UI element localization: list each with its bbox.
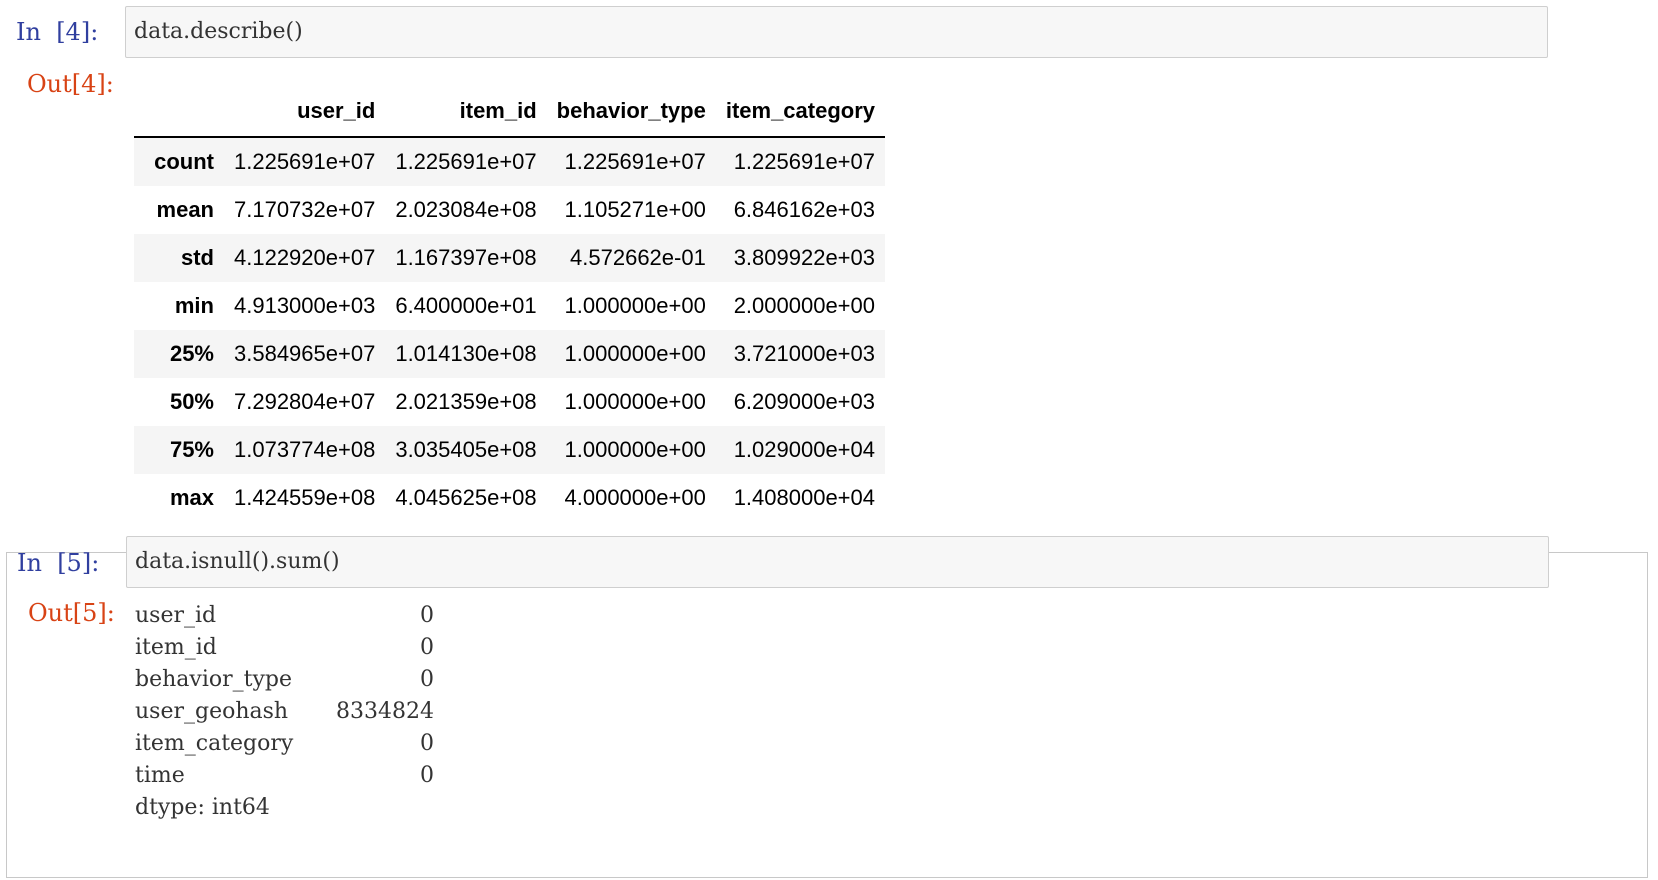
series-row: time 0: [135, 760, 434, 792]
table-row: 25% 3.584965e+07 1.014130e+08 1.000000e+00 3…: [134, 330, 886, 378]
table-row: 75% 1.073774e+08 3.035405e+08 1.000000e+00 1…: [134, 426, 886, 474]
table-cell: 4.000000e+00: [564, 485, 706, 510]
series-key: item_id: [135, 635, 217, 660]
index-header: [134, 86, 224, 138]
series-value: 0: [420, 763, 434, 788]
table-row: 50% 7.292804e+07 2.021359e+08 1.000000e+00 6…: [134, 378, 886, 426]
table-cell: 1.167397e+08: [395, 245, 537, 270]
table-cell: 6.400000e+01: [395, 293, 537, 318]
table-header-row: user_id item_id behavior_type item_categ…: [134, 86, 886, 138]
series-row: item_category 0: [135, 728, 434, 760]
column-header: item_id: [385, 86, 547, 138]
table-row: min 4.913000e+03 6.400000e+01 1.000000e+00 2…: [134, 282, 886, 330]
table-cell: 3.721000e+03: [733, 341, 876, 366]
table-cell: 1.408000e+04: [733, 485, 876, 510]
notebook-cell-5[interactable]: In [5]: data.isnull().sum() Out[5]: user…: [6, 536, 1648, 878]
code-text[interactable]: data.isnull().sum(): [135, 549, 340, 574]
table-cell: 1.014130e+08: [395, 341, 537, 366]
isnull-sum-series: user_id 0 item_id 0 behavior_type 0 user_geoha…: [135, 600, 434, 824]
series-value: 0: [420, 667, 434, 692]
table-cell: 2.021359e+08: [395, 389, 537, 414]
table-cell: 1.000000e+00: [564, 389, 706, 414]
output-prompt: Out[4]:: [27, 70, 114, 98]
code-input-area[interactable]: data.isnull().sum(): [126, 536, 1549, 588]
row-index-label: std: [181, 245, 214, 270]
table-cell: 1.225691e+07: [733, 149, 876, 174]
describe-dataframe: user_id item_id behavior_type item_categ…: [134, 86, 886, 522]
table-cell: 7.292804e+07: [234, 389, 376, 414]
series-value: 0: [420, 603, 434, 628]
table-cell: 1.225691e+07: [234, 149, 376, 174]
table-cell: 6.846162e+03: [733, 197, 876, 222]
input-prompt: In [4]:: [16, 18, 99, 46]
table-cell: 1.000000e+00: [564, 293, 706, 318]
table-row: mean 7.170732e+07 2.023084e+08 1.105271e+00…: [134, 186, 886, 234]
series-row: item_id 0: [135, 632, 434, 664]
series-row: user_id 0: [135, 600, 434, 632]
table-cell: 3.809922e+03: [733, 245, 876, 270]
dtype-line: dtype: int64: [135, 795, 270, 820]
table-cell: 1.000000e+00: [564, 341, 706, 366]
row-index-label: max: [169, 485, 214, 510]
column-header: user_id: [224, 86, 386, 138]
row-index-label: 75%: [169, 437, 214, 462]
table-row: std 4.122920e+07 1.167397e+08 4.572662e-01 3…: [134, 234, 886, 282]
series-value: 0: [420, 731, 434, 756]
table-cell: 2.023084e+08: [395, 197, 537, 222]
table-cell: 4.045625e+08: [395, 485, 537, 510]
table-cell: 1.105271e+00: [564, 197, 706, 222]
table-row: max 1.424559e+08 4.045625e+08 4.000000e+00 1…: [134, 474, 886, 522]
table-cell: 1.000000e+00: [564, 437, 706, 462]
table-cell: 1.073774e+08: [234, 437, 376, 462]
row-index-label: min: [174, 293, 214, 318]
table-cell: 2.000000e+00: [733, 293, 876, 318]
notebook-cell-4[interactable]: In [4]: data.describe() Out[4]: user_id …: [0, 0, 1658, 548]
table-cell: 1.424559e+08: [234, 485, 376, 510]
series-row: behavior_type 0: [135, 664, 434, 696]
table-cell: 1.225691e+07: [564, 149, 706, 174]
table-cell: 3.584965e+07: [234, 341, 376, 366]
series-key: behavior_type: [135, 667, 292, 692]
table-cell: 1.225691e+07: [395, 149, 537, 174]
table-body: count 1.225691e+07 1.225691e+07 1.225691e+0…: [134, 137, 886, 522]
table-cell: 1.029000e+04: [733, 437, 876, 462]
table-cell: 3.035405e+08: [395, 437, 537, 462]
series-value: 0: [420, 635, 434, 660]
table-cell: 6.209000e+03: [733, 389, 876, 414]
row-index-label: mean: [156, 197, 214, 222]
table-cell: 7.170732e+07: [234, 197, 376, 222]
row-index-label: 25%: [169, 341, 214, 366]
column-header: behavior_type: [546, 86, 716, 138]
code-input-area[interactable]: data.describe(): [125, 6, 1548, 58]
table-cell: 4.572662e-01: [570, 245, 706, 270]
column-header: item_category: [715, 86, 886, 138]
input-prompt: In [5]:: [17, 549, 100, 577]
row-index-label: count: [154, 149, 214, 174]
table-cell: 4.913000e+03: [234, 293, 376, 318]
series-value: 8334824: [336, 699, 434, 724]
output-prompt: Out[5]:: [28, 599, 115, 627]
row-index-label: 50%: [169, 389, 214, 414]
table-cell: 4.122920e+07: [234, 245, 376, 270]
series-key: time: [135, 763, 185, 788]
series-key: user_id: [135, 603, 217, 628]
table-row: count 1.225691e+07 1.225691e+07 1.225691e+0…: [134, 137, 886, 186]
series-key: item_category: [135, 731, 294, 756]
series-row: user_geohash 8334824: [135, 696, 434, 728]
code-text[interactable]: data.describe(): [134, 19, 303, 44]
series-key: user_geohash: [135, 699, 289, 724]
